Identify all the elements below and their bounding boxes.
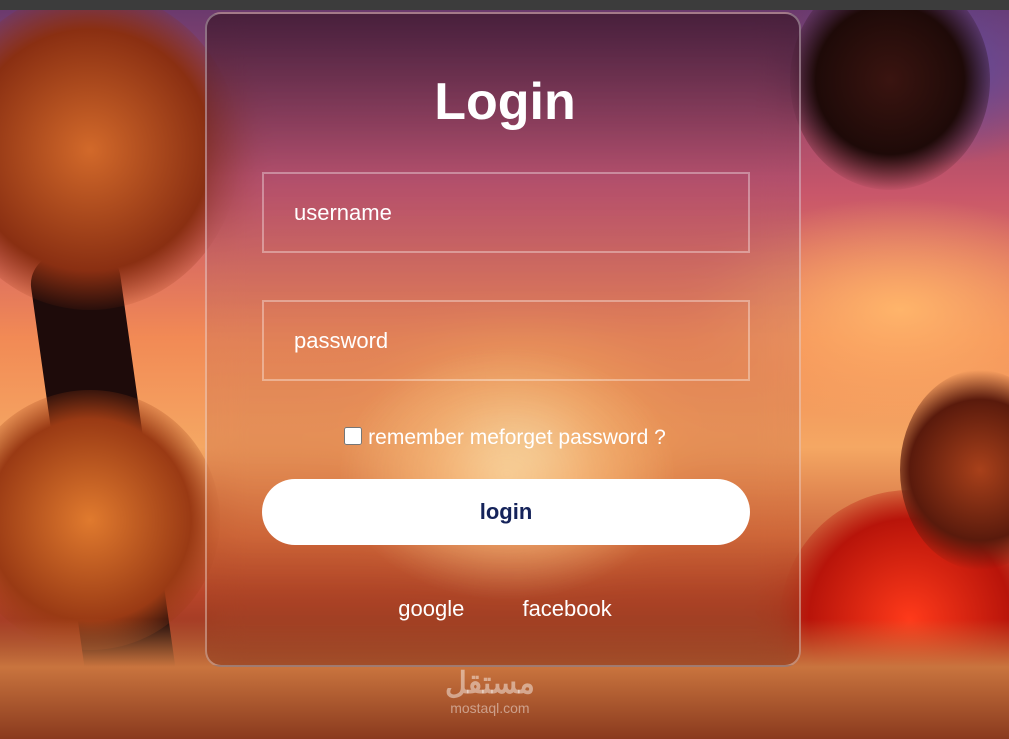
username-field[interactable] bbox=[262, 172, 750, 253]
login-card: Login remember meforget password ? login… bbox=[205, 12, 801, 667]
login-button[interactable]: login bbox=[262, 479, 750, 545]
password-field[interactable] bbox=[262, 300, 750, 381]
login-title: Login bbox=[434, 73, 576, 131]
google-link[interactable]: google bbox=[398, 596, 464, 621]
password-input[interactable] bbox=[264, 302, 748, 379]
facebook-link[interactable]: facebook bbox=[522, 596, 611, 621]
remember-label: remember me bbox=[368, 426, 499, 449]
forgot-password-link[interactable]: forget password ? bbox=[499, 426, 666, 449]
tree-canopy-left-low bbox=[0, 390, 220, 650]
remember-row: remember meforget password ? bbox=[207, 426, 799, 450]
watermark-domain: mostaql.com bbox=[450, 700, 530, 716]
watermark: مستقل mostaql.com bbox=[445, 667, 535, 717]
social-links: google facebook bbox=[207, 596, 799, 622]
tree-canopy-right-top bbox=[790, 10, 990, 190]
remember-checkbox[interactable] bbox=[344, 427, 363, 445]
tree-canopy-left bbox=[0, 10, 240, 310]
watermark-logo: مستقل bbox=[445, 667, 535, 700]
username-input[interactable] bbox=[264, 174, 748, 251]
